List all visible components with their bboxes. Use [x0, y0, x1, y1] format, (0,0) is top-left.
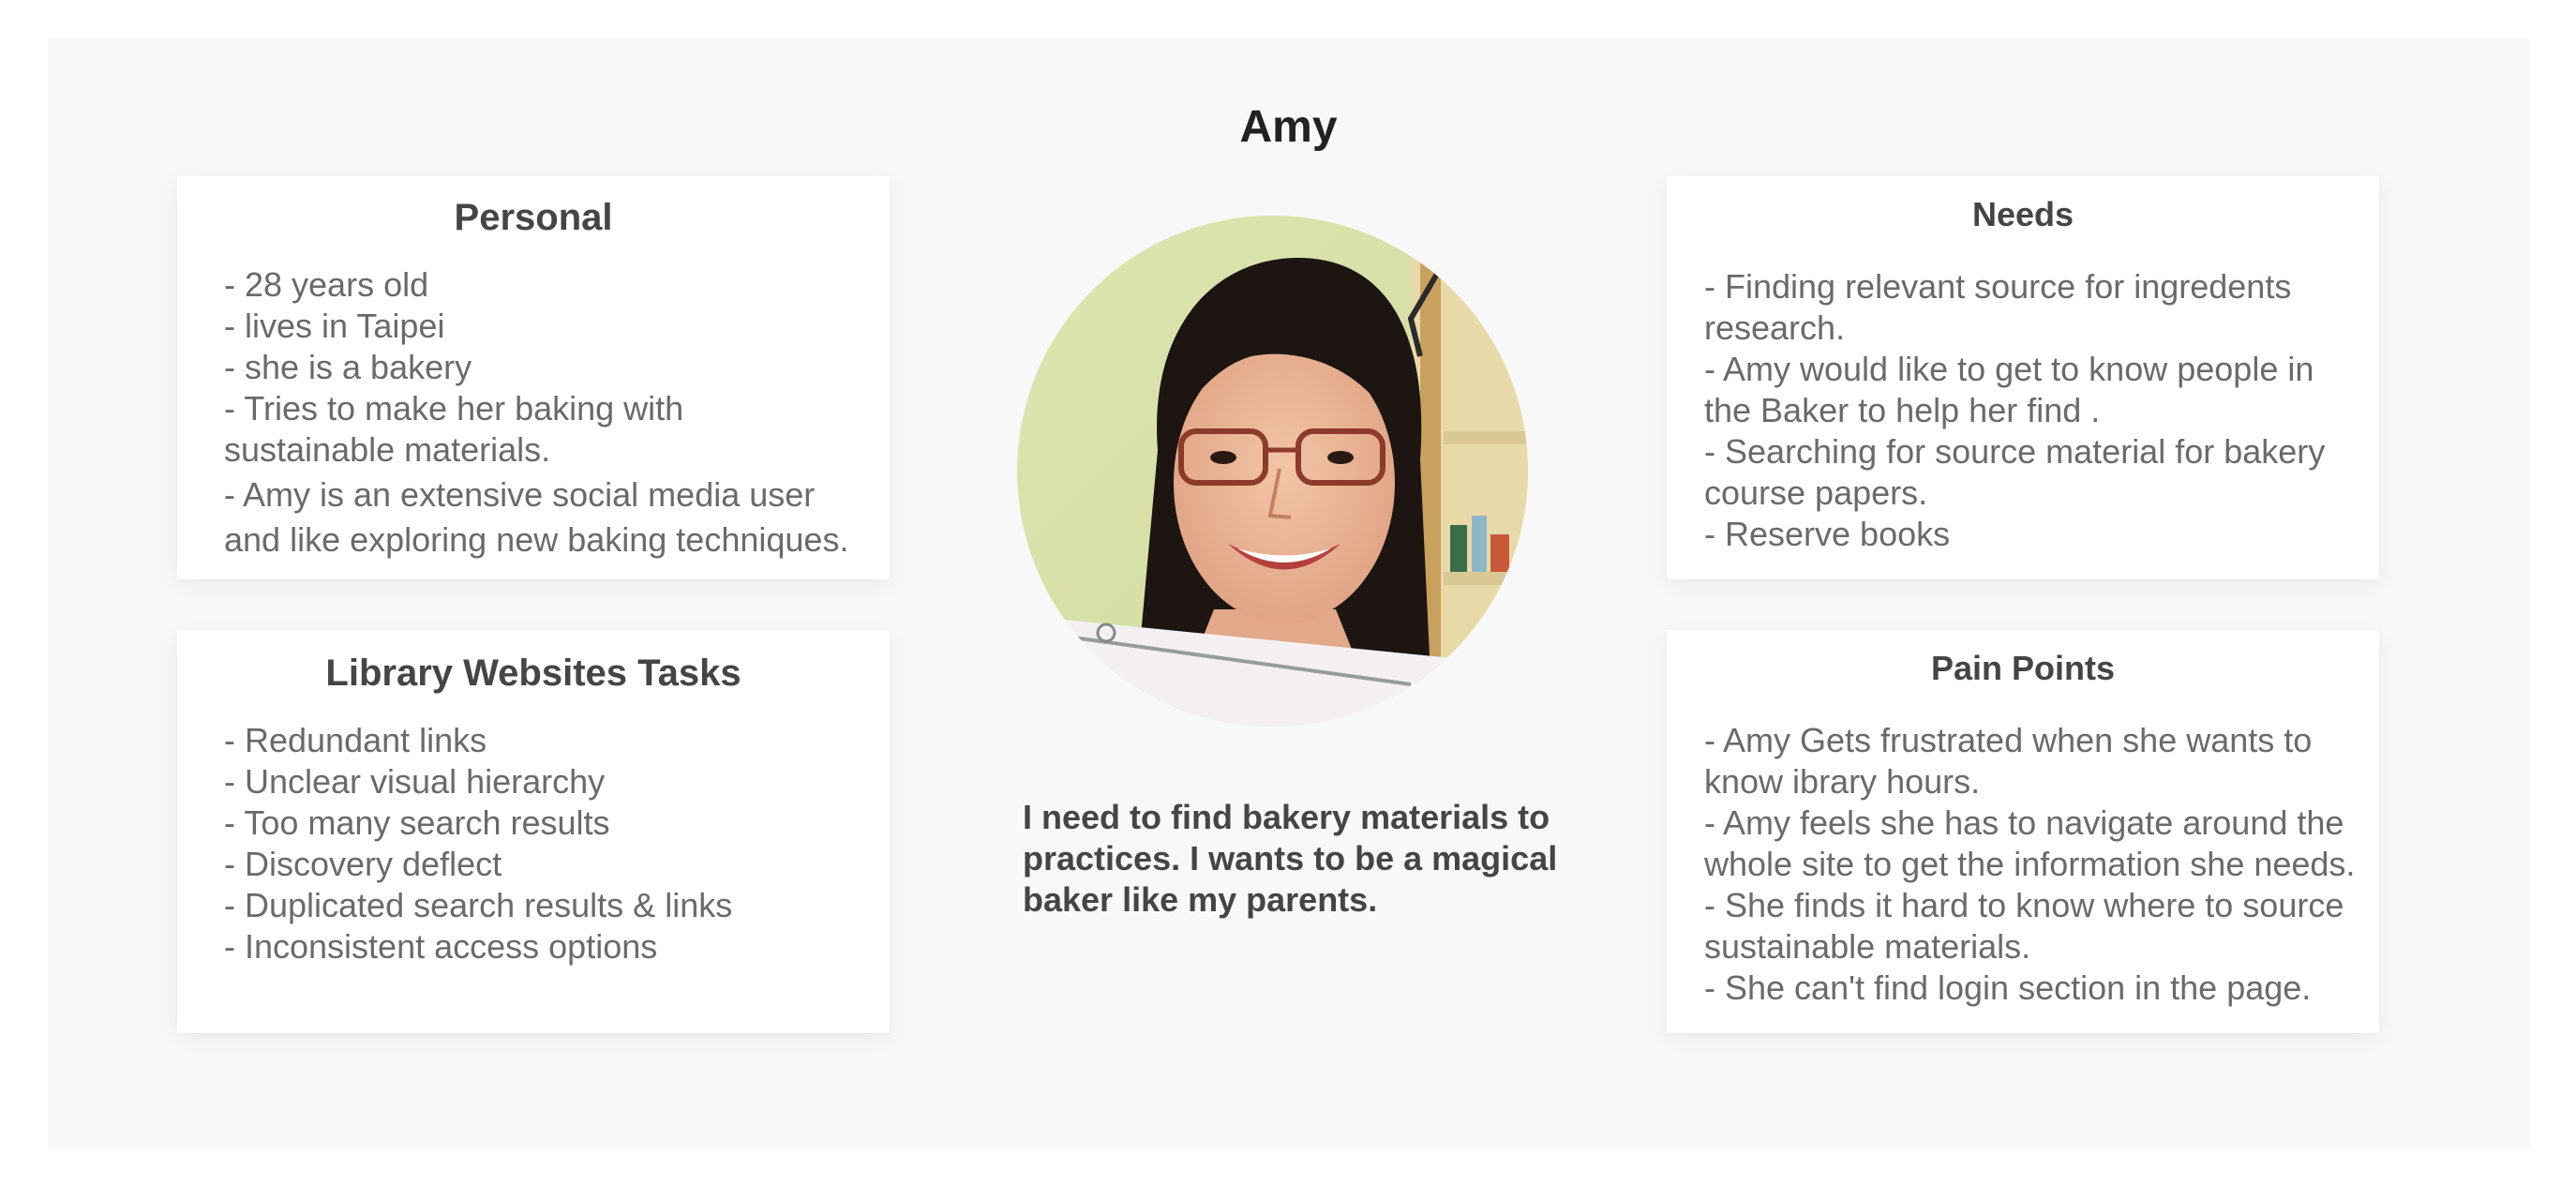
library-task-line: - Discovery deflect [224, 845, 502, 883]
pain-point-line: know ibrary hours. [1704, 762, 1981, 801]
library-tasks-title: Library Websites Tasks [325, 652, 741, 694]
persona-photo-icon [1017, 216, 1528, 727]
needs-line: - Searching for source material for bake… [1704, 432, 2326, 471]
needs-card: Needs - Finding relevant source for ingr… [1667, 176, 2379, 579]
library-tasks-list: - Redundant links - Unclear visual hiera… [224, 720, 890, 968]
pain-points-card: Pain Points - Amy Gets frustrated when s… [1667, 630, 2379, 1033]
personal-line: - Amy is an extensive social media user [224, 475, 816, 514]
needs-line: research. [1704, 308, 1846, 347]
personal-list: - 28 years old - lives in Taipei - she i… [224, 264, 890, 561]
personal-line: - lives in Taipei [224, 307, 445, 345]
needs-title: Needs [1971, 195, 2074, 233]
library-task-line: - Too many search results [224, 803, 610, 842]
needs-list: - Finding relevant source for ingredents… [1704, 266, 2379, 555]
persona-canvas: Amy Personal - 28 years old - lives in T… [48, 38, 2529, 1148]
personal-line: - she is a bakery [224, 348, 472, 386]
pain-point-line: - Amy Gets frustrated when she wants to [1704, 721, 2313, 759]
personal-line: - 28 years old [224, 265, 429, 304]
pain-point-line: sustainable materials. [1704, 927, 2031, 966]
personal-line: sustainable materials. [224, 430, 551, 469]
library-tasks-card: Library Websites Tasks - Redundant links… [177, 630, 890, 1033]
pain-point-line: - She can't find login section in the pa… [1704, 968, 2312, 1007]
personal-title: Personal [454, 197, 613, 238]
pain-points-title: Pain Points [1930, 649, 2116, 687]
needs-line: - Finding relevant source for ingredents [1704, 267, 2292, 306]
library-task-line: - Unclear visual hierarchy [224, 762, 606, 801]
needs-line: - Amy would like to get to know people i… [1704, 350, 2314, 388]
library-task-line: - Duplicated search results & links [224, 886, 733, 924]
personal-line: and like exploring new baking techniques… [224, 520, 849, 559]
pain-point-line: whole site to get the information she ne… [1704, 845, 2356, 883]
pain-point-line: - She finds it hard to know where to sou… [1704, 886, 2344, 924]
persona-photo [1017, 216, 1528, 727]
library-task-line: - Inconsistent access options [224, 927, 658, 966]
needs-line: the Baker to help her find . [1704, 391, 2101, 429]
persona-name: Amy [1239, 102, 1338, 152]
pain-points-list: - Amy Gets frustrated when she wants to … [1704, 720, 2379, 1009]
library-task-line: - Redundant links [224, 721, 487, 759]
personal-card: Personal - 28 years old - lives in Taipe… [177, 176, 890, 579]
persona-quote: I need to find bakery materials to pract… [1023, 798, 1558, 919]
personal-line: - Tries to make her baking with [224, 389, 684, 428]
needs-line: - Reserve books [1704, 515, 1951, 553]
pain-point-line: - Amy feels she has to navigate around t… [1704, 803, 2344, 842]
needs-line: course papers. [1704, 473, 1928, 512]
